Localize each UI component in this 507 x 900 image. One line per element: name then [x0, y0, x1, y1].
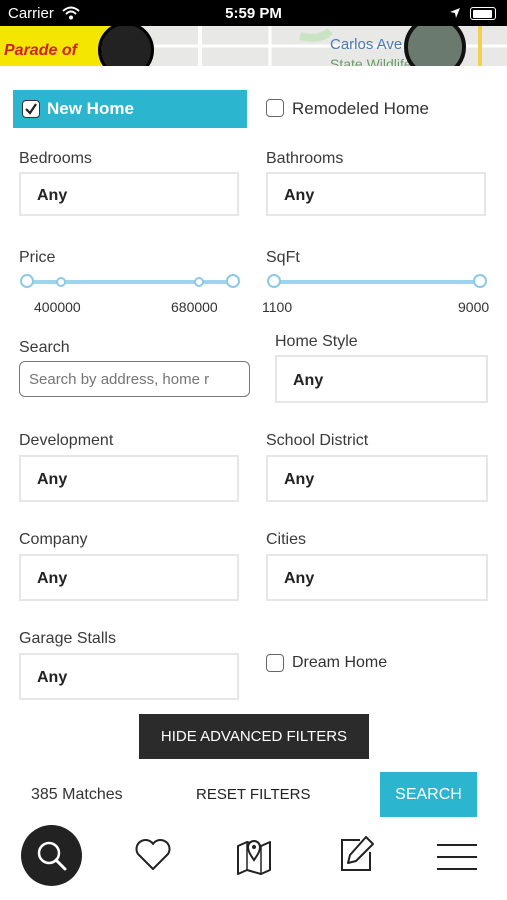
bathrooms-select[interactable]: Any: [266, 172, 486, 216]
map-marker-photo[interactable]: [98, 26, 154, 66]
price-min-value: 400000: [34, 299, 81, 315]
remodeled-home-checkbox[interactable]: [266, 99, 284, 117]
sqft-min-value: 1100: [262, 299, 293, 315]
garage-stalls-select[interactable]: Any: [19, 653, 239, 700]
price-slider-min-handle[interactable]: [56, 277, 66, 287]
development-select[interactable]: Any: [19, 455, 239, 502]
school-district-value: Any: [284, 471, 315, 488]
edit-icon[interactable]: [336, 834, 376, 874]
sqft-slider-max-handle[interactable]: [473, 274, 487, 288]
tab-bar: [0, 820, 507, 900]
matches-count: 385 Matches: [31, 786, 123, 803]
tab-search[interactable]: [21, 825, 82, 886]
home-style-select[interactable]: Any: [275, 355, 488, 403]
search-label: Search: [19, 339, 70, 356]
bathrooms-label: Bathrooms: [266, 150, 344, 167]
dream-home-checkbox[interactable]: [266, 654, 284, 672]
school-district-label: School District: [266, 432, 369, 449]
status-bar: Carrier 5:59 PM: [0, 0, 507, 26]
map-marker-photo-2[interactable]: [404, 26, 466, 66]
new-home-checkbox[interactable]: [22, 100, 40, 118]
remodeled-home-label[interactable]: Remodeled Home: [292, 99, 429, 119]
company-value: Any: [37, 570, 68, 587]
price-slider-max-end: [226, 274, 240, 288]
hide-advanced-filters-button[interactable]: HIDE ADVANCED FILTERS: [139, 714, 369, 759]
map-preview[interactable]: Parade of Carlos Ave State Wildlife: [0, 26, 507, 66]
sqft-slider-min-handle[interactable]: [267, 274, 281, 288]
dream-home-label[interactable]: Dream Home: [292, 654, 387, 672]
bathrooms-value: Any: [284, 187, 315, 204]
price-slider-max-handle[interactable]: [194, 277, 204, 287]
development-label: Development: [19, 432, 114, 449]
hide-advanced-filters-label: HIDE ADVANCED FILTERS: [160, 728, 348, 745]
search-button-label: SEARCH: [395, 785, 462, 803]
company-select[interactable]: Any: [19, 554, 239, 601]
map-pin-icon[interactable]: [235, 834, 273, 876]
clock: 5:59 PM: [225, 5, 282, 22]
new-home-filter[interactable]: New Home: [13, 90, 247, 128]
price-slider-min-end: [20, 274, 34, 288]
map-place-label-2: State Wildlife: [330, 56, 412, 66]
heart-icon[interactable]: [134, 838, 172, 872]
garage-stalls-value: Any: [37, 669, 68, 686]
home-style-label: Home Style: [275, 333, 358, 350]
company-label: Company: [19, 531, 88, 548]
banner-text: Parade of: [4, 42, 77, 59]
bedrooms-label: Bedrooms: [19, 150, 92, 167]
school-district-select[interactable]: Any: [266, 455, 488, 502]
home-style-value: Any: [293, 372, 324, 389]
development-value: Any: [37, 471, 68, 488]
price-label: Price: [19, 249, 56, 266]
sqft-max-value: 9000: [458, 299, 490, 315]
bedrooms-select[interactable]: Any: [19, 172, 239, 216]
cities-select[interactable]: Any: [266, 554, 488, 601]
new-home-label: New Home: [47, 99, 134, 118]
garage-stalls-label: Garage Stalls: [19, 630, 116, 647]
location-arrow-icon: [450, 8, 460, 18]
cities-label: Cities: [266, 531, 307, 548]
bedrooms-value: Any: [37, 187, 68, 204]
check-icon: [25, 103, 37, 115]
menu-icon[interactable]: [436, 842, 478, 872]
price-max-value: 680000: [171, 299, 218, 315]
search-icon: [37, 841, 66, 870]
sqft-slider-track[interactable]: [274, 280, 480, 284]
map-place-label: Carlos Ave: [330, 36, 403, 53]
sqft-label: SqFt: [266, 249, 300, 266]
cities-value: Any: [284, 570, 315, 587]
reset-filters-button[interactable]: RESET FILTERS: [196, 786, 310, 803]
search-button[interactable]: SEARCH: [380, 772, 477, 817]
battery-icon: [470, 7, 496, 20]
search-input[interactable]: [19, 361, 250, 397]
